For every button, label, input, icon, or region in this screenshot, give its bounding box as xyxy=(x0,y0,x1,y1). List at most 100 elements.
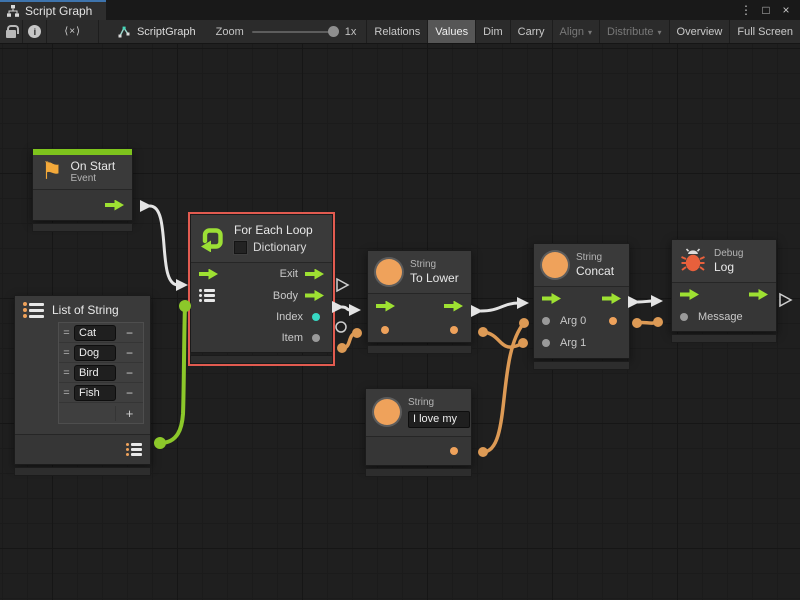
wire-literal-arg0[interactable] xyxy=(483,323,524,452)
wire-control-concat-debug[interactable] xyxy=(638,301,653,302)
overview-button[interactable]: Overview xyxy=(669,20,730,43)
code-view-button[interactable]: ⟨×⟩ xyxy=(47,20,99,43)
tab-script-graph[interactable]: Script Graph xyxy=(0,0,106,20)
index-output-port[interactable] xyxy=(312,313,320,321)
wire-control-onstart-foreach[interactable] xyxy=(150,206,178,285)
full-screen-button[interactable]: Full Screen xyxy=(729,20,800,43)
wire-endpoint[interactable] xyxy=(337,343,347,353)
wire-endpoint[interactable] xyxy=(653,317,663,327)
control-output-port[interactable] xyxy=(105,200,124,211)
node-subtitle: Event xyxy=(71,173,116,185)
title-bar: Script Graph ⋮ □ × xyxy=(0,0,800,20)
wire-endpoint[interactable] xyxy=(154,437,166,449)
item-output-port[interactable] xyxy=(312,334,320,342)
node-to-lower[interactable]: String To Lower xyxy=(367,250,472,354)
port-label-arg0: Arg 0 xyxy=(560,315,586,327)
zoom-slider-handle[interactable] xyxy=(328,26,339,37)
control-input-port[interactable] xyxy=(680,289,699,300)
wire-endpoint[interactable] xyxy=(478,327,488,337)
values-button[interactable]: Values xyxy=(427,20,475,43)
wire-arrowhead[interactable] xyxy=(651,295,663,307)
value-output-port[interactable] xyxy=(450,447,458,455)
wire-list-foreach[interactable] xyxy=(160,306,185,443)
remove-item-button[interactable]: − xyxy=(116,386,143,400)
zoom-slider[interactable] xyxy=(252,31,337,33)
arg1-input-port[interactable] xyxy=(542,339,550,347)
wire-endpoint[interactable] xyxy=(478,447,488,457)
wire-arrowhead[interactable] xyxy=(349,304,361,316)
node-list-of-string[interactable]: List of String = − = − xyxy=(14,295,151,476)
node-concat[interactable]: String Concat Arg 0 Arg 1 xyxy=(533,243,630,370)
wire-control-body-tolower[interactable] xyxy=(342,307,350,310)
node-title: List of String xyxy=(52,303,119,317)
wire-control-tolower-concat[interactable] xyxy=(481,303,519,311)
graph-canvas[interactable]: ⚑ On Start Event xyxy=(0,44,800,600)
relations-button[interactable]: Relations xyxy=(366,20,427,43)
remove-item-button[interactable]: − xyxy=(116,346,143,360)
align-dropdown[interactable]: Align ▾ xyxy=(552,20,599,43)
maximize-icon[interactable]: □ xyxy=(758,3,774,17)
control-output-port[interactable] xyxy=(444,301,463,312)
wire-endpoint[interactable] xyxy=(519,318,529,328)
carry-button[interactable]: Carry xyxy=(510,20,552,43)
list-output-port[interactable] xyxy=(126,443,142,456)
drag-handle[interactable]: = xyxy=(59,327,74,339)
lock-button[interactable] xyxy=(0,20,23,43)
control-input-port[interactable] xyxy=(542,293,561,304)
wire-endpoint[interactable] xyxy=(352,328,362,338)
string-icon xyxy=(376,259,402,285)
add-item-button[interactable]: + xyxy=(115,406,143,421)
control-input-port[interactable] xyxy=(199,269,218,280)
list-input-port[interactable] xyxy=(199,289,215,302)
dictionary-checkbox[interactable] xyxy=(234,241,247,254)
control-output-port[interactable] xyxy=(602,293,621,304)
chevron-down-icon: ▾ xyxy=(588,28,592,37)
wire-endpoint[interactable] xyxy=(518,338,528,348)
list-item-field[interactable] xyxy=(74,345,116,361)
unconnected-index-marker[interactable] xyxy=(336,322,346,332)
unconnected-exit-marker[interactable] xyxy=(337,279,348,291)
info-button[interactable]: i xyxy=(23,20,47,43)
control-input-port[interactable] xyxy=(376,301,395,312)
node-category: Debug xyxy=(714,248,743,260)
bug-icon xyxy=(680,248,706,274)
node-category: String xyxy=(410,259,459,271)
wire-arrowhead[interactable] xyxy=(176,279,188,291)
body-output-port[interactable] xyxy=(305,290,324,301)
arg0-input-port[interactable] xyxy=(542,317,550,325)
wire-endpoint[interactable] xyxy=(632,318,642,328)
value-input-port[interactable] xyxy=(381,326,389,334)
port-label-item: Item xyxy=(282,332,303,344)
distribute-dropdown[interactable]: Distribute ▾ xyxy=(599,20,668,43)
wire-arrowhead[interactable] xyxy=(517,297,529,309)
remove-item-button[interactable]: − xyxy=(116,366,143,380)
value-output-port[interactable] xyxy=(450,326,458,334)
string-value-field[interactable] xyxy=(408,411,470,428)
drag-handle[interactable]: = xyxy=(59,367,74,379)
node-category: String xyxy=(408,397,470,409)
message-input-port[interactable] xyxy=(680,313,688,321)
wire-endpoint[interactable] xyxy=(179,300,191,312)
graph-toolbar: i ⟨×⟩ ScriptGraph Zoom 1x Relations Valu… xyxy=(0,20,800,44)
graph-icon xyxy=(117,25,131,39)
unconnected-debug-exit-marker[interactable] xyxy=(780,294,791,306)
list-item-field[interactable] xyxy=(74,385,116,401)
node-on-start[interactable]: ⚑ On Start Event xyxy=(32,148,133,232)
dim-button[interactable]: Dim xyxy=(475,20,510,43)
more-icon[interactable]: ⋮ xyxy=(738,3,754,17)
remove-item-button[interactable]: − xyxy=(116,326,143,340)
drag-handle[interactable]: = xyxy=(59,347,74,359)
list-item-field[interactable] xyxy=(74,325,116,341)
graph-name-label: ScriptGraph xyxy=(137,26,196,38)
value-output-port[interactable] xyxy=(609,317,617,325)
list-item-field[interactable] xyxy=(74,365,116,381)
exit-output-port[interactable] xyxy=(305,269,324,280)
script-graph-window: Script Graph ⋮ □ × i ⟨×⟩ ScriptGraph Zoo… xyxy=(0,0,800,600)
node-debug-log[interactable]: Debug Log Message xyxy=(671,239,777,343)
node-title: Log xyxy=(714,260,743,274)
node-for-each-loop[interactable]: For Each Loop Dictionary Exit xyxy=(188,212,335,366)
control-output-port[interactable] xyxy=(749,289,768,300)
close-icon[interactable]: × xyxy=(778,3,794,17)
node-string-literal[interactable]: String xyxy=(365,388,472,477)
drag-handle[interactable]: = xyxy=(59,387,74,399)
